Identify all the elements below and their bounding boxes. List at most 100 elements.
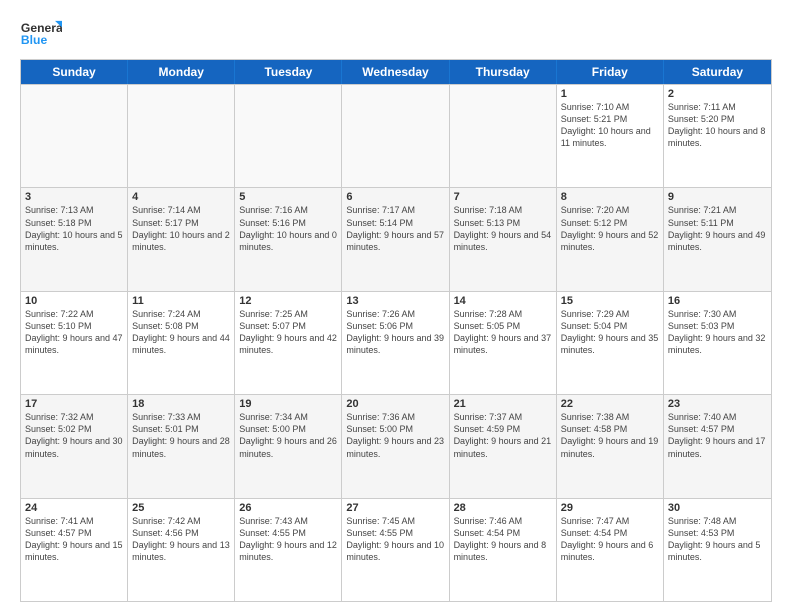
cell-text-16: Sunrise: 7:30 AM Sunset: 5:03 PM Dayligh… xyxy=(668,308,767,357)
day-number-20: 20 xyxy=(346,398,444,410)
svg-text:Blue: Blue xyxy=(21,33,48,47)
cell-text-2: Sunrise: 7:11 AM Sunset: 5:20 PM Dayligh… xyxy=(668,101,767,150)
calendar-body: 1Sunrise: 7:10 AM Sunset: 5:21 PM Daylig… xyxy=(21,84,771,601)
table-row: 18Sunrise: 7:33 AM Sunset: 5:01 PM Dayli… xyxy=(128,395,235,497)
logo-svg: General Blue xyxy=(20,15,62,51)
cell-text-29: Sunrise: 7:47 AM Sunset: 4:54 PM Dayligh… xyxy=(561,515,659,564)
table-row: 6Sunrise: 7:17 AM Sunset: 5:14 PM Daylig… xyxy=(342,188,449,290)
day-number-12: 12 xyxy=(239,295,337,307)
cell-text-4: Sunrise: 7:14 AM Sunset: 5:17 PM Dayligh… xyxy=(132,204,230,253)
table-row: 1Sunrise: 7:10 AM Sunset: 5:21 PM Daylig… xyxy=(557,85,664,187)
table-row: 14Sunrise: 7:28 AM Sunset: 5:05 PM Dayli… xyxy=(450,292,557,394)
table-row: 10Sunrise: 7:22 AM Sunset: 5:10 PM Dayli… xyxy=(21,292,128,394)
cell-text-19: Sunrise: 7:34 AM Sunset: 5:00 PM Dayligh… xyxy=(239,411,337,460)
table-row xyxy=(128,85,235,187)
day-number-19: 19 xyxy=(239,398,337,410)
table-row: 3Sunrise: 7:13 AM Sunset: 5:18 PM Daylig… xyxy=(21,188,128,290)
cell-text-25: Sunrise: 7:42 AM Sunset: 4:56 PM Dayligh… xyxy=(132,515,230,564)
table-row: 17Sunrise: 7:32 AM Sunset: 5:02 PM Dayli… xyxy=(21,395,128,497)
cell-text-24: Sunrise: 7:41 AM Sunset: 4:57 PM Dayligh… xyxy=(25,515,123,564)
cell-text-22: Sunrise: 7:38 AM Sunset: 4:58 PM Dayligh… xyxy=(561,411,659,460)
week-row-4: 17Sunrise: 7:32 AM Sunset: 5:02 PM Dayli… xyxy=(21,394,771,497)
cell-text-14: Sunrise: 7:28 AM Sunset: 5:05 PM Dayligh… xyxy=(454,308,552,357)
day-number-21: 21 xyxy=(454,398,552,410)
cell-text-6: Sunrise: 7:17 AM Sunset: 5:14 PM Dayligh… xyxy=(346,204,444,253)
table-row: 27Sunrise: 7:45 AM Sunset: 4:55 PM Dayli… xyxy=(342,499,449,601)
header-saturday: Saturday xyxy=(664,60,771,84)
day-number-14: 14 xyxy=(454,295,552,307)
table-row: 9Sunrise: 7:21 AM Sunset: 5:11 PM Daylig… xyxy=(664,188,771,290)
day-number-2: 2 xyxy=(668,88,767,100)
day-number-10: 10 xyxy=(25,295,123,307)
table-row: 16Sunrise: 7:30 AM Sunset: 5:03 PM Dayli… xyxy=(664,292,771,394)
table-row: 15Sunrise: 7:29 AM Sunset: 5:04 PM Dayli… xyxy=(557,292,664,394)
cell-text-12: Sunrise: 7:25 AM Sunset: 5:07 PM Dayligh… xyxy=(239,308,337,357)
table-row: 23Sunrise: 7:40 AM Sunset: 4:57 PM Dayli… xyxy=(664,395,771,497)
table-row: 13Sunrise: 7:26 AM Sunset: 5:06 PM Dayli… xyxy=(342,292,449,394)
day-number-13: 13 xyxy=(346,295,444,307)
day-number-29: 29 xyxy=(561,502,659,514)
day-number-28: 28 xyxy=(454,502,552,514)
cell-text-5: Sunrise: 7:16 AM Sunset: 5:16 PM Dayligh… xyxy=(239,204,337,253)
cell-text-15: Sunrise: 7:29 AM Sunset: 5:04 PM Dayligh… xyxy=(561,308,659,357)
cell-text-27: Sunrise: 7:45 AM Sunset: 4:55 PM Dayligh… xyxy=(346,515,444,564)
day-number-3: 3 xyxy=(25,191,123,203)
day-number-23: 23 xyxy=(668,398,767,410)
cell-text-3: Sunrise: 7:13 AM Sunset: 5:18 PM Dayligh… xyxy=(25,204,123,253)
cell-text-17: Sunrise: 7:32 AM Sunset: 5:02 PM Dayligh… xyxy=(25,411,123,460)
table-row xyxy=(21,85,128,187)
day-number-9: 9 xyxy=(668,191,767,203)
table-row: 22Sunrise: 7:38 AM Sunset: 4:58 PM Dayli… xyxy=(557,395,664,497)
week-row-3: 10Sunrise: 7:22 AM Sunset: 5:10 PM Dayli… xyxy=(21,291,771,394)
logo: General Blue xyxy=(20,15,62,51)
header-tuesday: Tuesday xyxy=(235,60,342,84)
table-row xyxy=(235,85,342,187)
cell-text-9: Sunrise: 7:21 AM Sunset: 5:11 PM Dayligh… xyxy=(668,204,767,253)
day-number-26: 26 xyxy=(239,502,337,514)
table-row: 20Sunrise: 7:36 AM Sunset: 5:00 PM Dayli… xyxy=(342,395,449,497)
day-number-7: 7 xyxy=(454,191,552,203)
table-row: 8Sunrise: 7:20 AM Sunset: 5:12 PM Daylig… xyxy=(557,188,664,290)
table-row: 24Sunrise: 7:41 AM Sunset: 4:57 PM Dayli… xyxy=(21,499,128,601)
cell-text-7: Sunrise: 7:18 AM Sunset: 5:13 PM Dayligh… xyxy=(454,204,552,253)
page-header: General Blue xyxy=(20,15,772,51)
day-number-25: 25 xyxy=(132,502,230,514)
day-number-27: 27 xyxy=(346,502,444,514)
table-row: 7Sunrise: 7:18 AM Sunset: 5:13 PM Daylig… xyxy=(450,188,557,290)
table-row: 30Sunrise: 7:48 AM Sunset: 4:53 PM Dayli… xyxy=(664,499,771,601)
day-number-11: 11 xyxy=(132,295,230,307)
day-number-6: 6 xyxy=(346,191,444,203)
week-row-1: 1Sunrise: 7:10 AM Sunset: 5:21 PM Daylig… xyxy=(21,84,771,187)
table-row: 21Sunrise: 7:37 AM Sunset: 4:59 PM Dayli… xyxy=(450,395,557,497)
day-number-5: 5 xyxy=(239,191,337,203)
header-friday: Friday xyxy=(557,60,664,84)
table-row: 28Sunrise: 7:46 AM Sunset: 4:54 PM Dayli… xyxy=(450,499,557,601)
table-row: 29Sunrise: 7:47 AM Sunset: 4:54 PM Dayli… xyxy=(557,499,664,601)
table-row xyxy=(450,85,557,187)
day-number-30: 30 xyxy=(668,502,767,514)
day-number-15: 15 xyxy=(561,295,659,307)
table-row: 2Sunrise: 7:11 AM Sunset: 5:20 PM Daylig… xyxy=(664,85,771,187)
header-sunday: Sunday xyxy=(21,60,128,84)
day-number-8: 8 xyxy=(561,191,659,203)
cell-text-10: Sunrise: 7:22 AM Sunset: 5:10 PM Dayligh… xyxy=(25,308,123,357)
table-row: 11Sunrise: 7:24 AM Sunset: 5:08 PM Dayli… xyxy=(128,292,235,394)
day-number-4: 4 xyxy=(132,191,230,203)
week-row-5: 24Sunrise: 7:41 AM Sunset: 4:57 PM Dayli… xyxy=(21,498,771,601)
header-thursday: Thursday xyxy=(450,60,557,84)
header-monday: Monday xyxy=(128,60,235,84)
table-row: 26Sunrise: 7:43 AM Sunset: 4:55 PM Dayli… xyxy=(235,499,342,601)
cell-text-13: Sunrise: 7:26 AM Sunset: 5:06 PM Dayligh… xyxy=(346,308,444,357)
cell-text-20: Sunrise: 7:36 AM Sunset: 5:00 PM Dayligh… xyxy=(346,411,444,460)
table-row: 25Sunrise: 7:42 AM Sunset: 4:56 PM Dayli… xyxy=(128,499,235,601)
cell-text-1: Sunrise: 7:10 AM Sunset: 5:21 PM Dayligh… xyxy=(561,101,659,150)
day-number-18: 18 xyxy=(132,398,230,410)
table-row: 5Sunrise: 7:16 AM Sunset: 5:16 PM Daylig… xyxy=(235,188,342,290)
cell-text-18: Sunrise: 7:33 AM Sunset: 5:01 PM Dayligh… xyxy=(132,411,230,460)
day-number-16: 16 xyxy=(668,295,767,307)
table-row: 4Sunrise: 7:14 AM Sunset: 5:17 PM Daylig… xyxy=(128,188,235,290)
header-wednesday: Wednesday xyxy=(342,60,449,84)
cell-text-8: Sunrise: 7:20 AM Sunset: 5:12 PM Dayligh… xyxy=(561,204,659,253)
cell-text-26: Sunrise: 7:43 AM Sunset: 4:55 PM Dayligh… xyxy=(239,515,337,564)
cell-text-30: Sunrise: 7:48 AM Sunset: 4:53 PM Dayligh… xyxy=(668,515,767,564)
